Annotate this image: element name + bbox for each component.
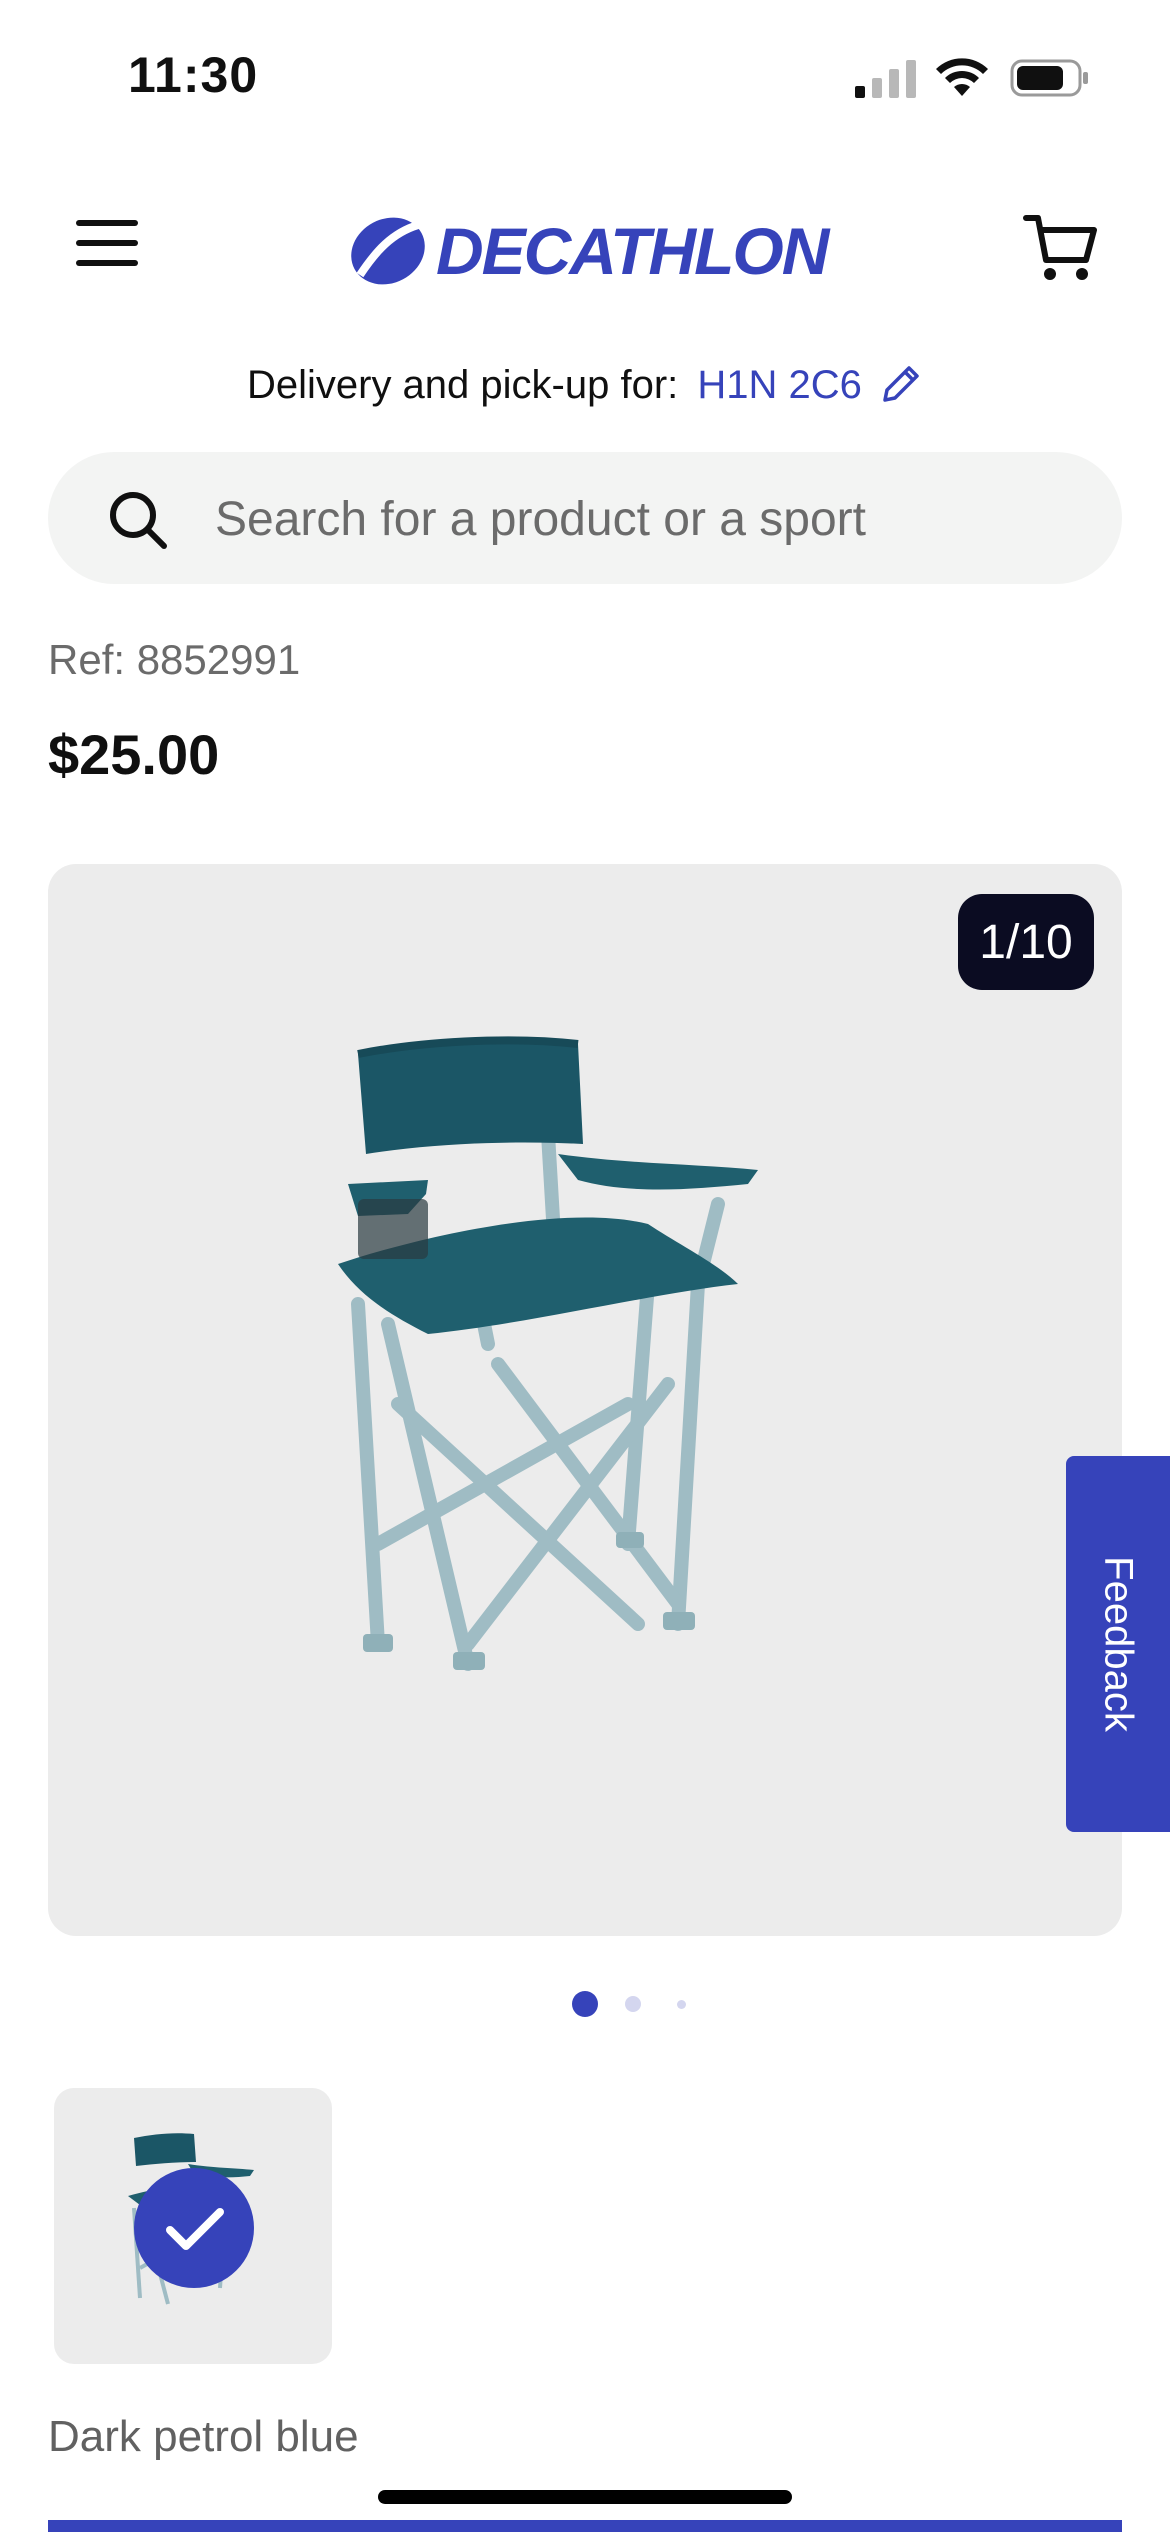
home-indicator — [378, 2490, 792, 2504]
carousel-dot[interactable] — [677, 2000, 686, 2009]
delivery-location[interactable]: Delivery and pick-up for: H1N 2C6 — [0, 362, 1170, 408]
product-ref: Ref: 8852991 — [48, 636, 301, 683]
feedback-label: Feedback — [1096, 1556, 1141, 1732]
feedback-button[interactable]: Feedback — [1066, 1456, 1170, 1832]
logo-mark-icon — [351, 217, 425, 285]
status-time: 11:30 — [128, 47, 259, 103]
selected-check-icon — [134, 2168, 254, 2288]
selected-color-label: Dark petrol blue — [48, 2412, 359, 2461]
camping-chair-image — [338, 1036, 758, 1671]
delivery-label: Delivery and pick-up for: — [246, 363, 679, 407]
image-counter-badge: 1/10 — [958, 894, 1094, 990]
cart-icon[interactable] — [1022, 210, 1098, 286]
carousel-dot[interactable] — [625, 1996, 641, 2012]
carousel-dot-active[interactable] — [572, 1991, 598, 2017]
add-to-cart-bar[interactable] — [48, 2520, 1122, 2532]
carousel-pagination — [0, 1990, 1170, 2020]
menu-button[interactable] — [72, 220, 142, 280]
search-input[interactable] — [213, 478, 1077, 560]
logo-text: DECATHLON — [436, 214, 829, 288]
delivery-postal-code[interactable]: H1N 2C6 — [697, 363, 862, 407]
product-price: $25.00 — [48, 723, 220, 786]
decathlon-logo[interactable]: DECATHLON — [342, 208, 832, 294]
search-icon — [110, 492, 167, 549]
wifi-icon — [936, 58, 988, 96]
search-bar[interactable] — [48, 452, 1122, 584]
pencil-icon[interactable] — [879, 362, 923, 406]
cellular-signal-icon — [855, 60, 916, 98]
product-image-gallery[interactable]: 1/10 — [48, 864, 1122, 1936]
header: DECATHLON — [0, 190, 1170, 310]
hamburger-icon — [76, 220, 138, 226]
status-bar: 11:30 — [0, 0, 1170, 150]
battery-icon — [1010, 59, 1088, 97]
color-variant-thumbnail[interactable] — [54, 2088, 332, 2364]
